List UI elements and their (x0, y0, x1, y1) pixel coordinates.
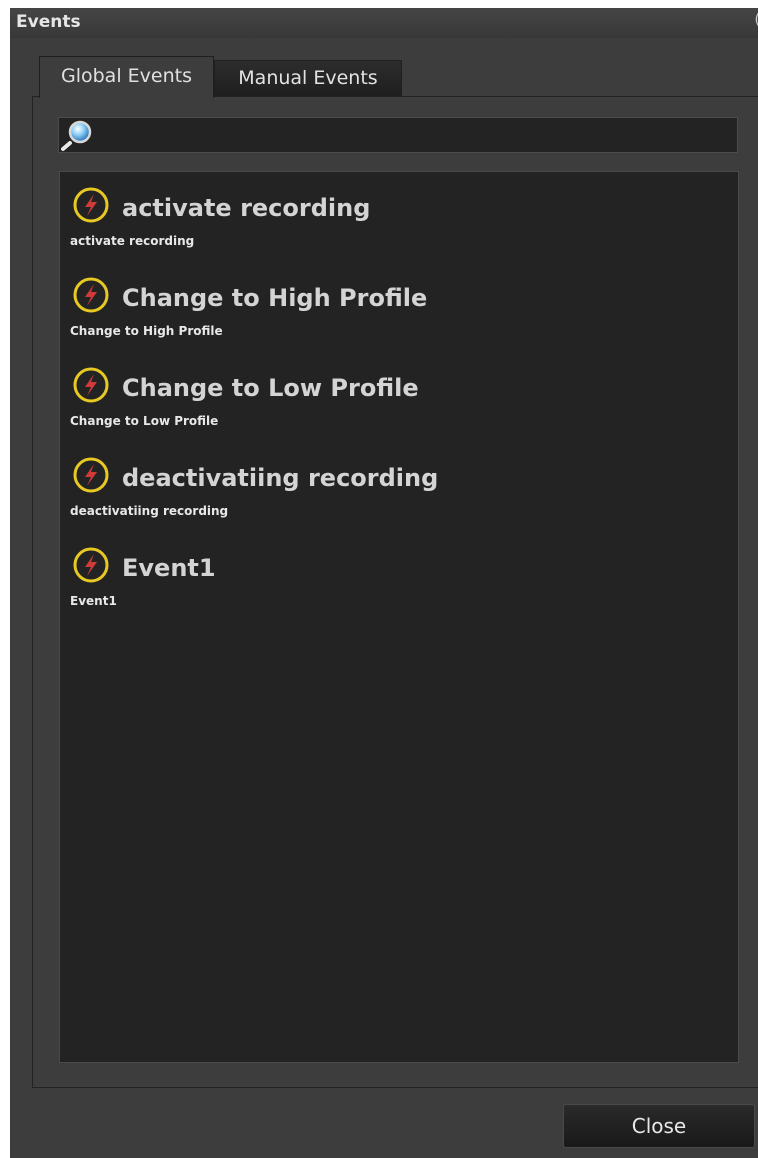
title-bar-edge: ( (755, 12, 758, 28)
magnifier-icon (61, 120, 92, 151)
tab-global-events[interactable]: Global Events (39, 56, 214, 98)
tab-manual-events[interactable]: Manual Events (214, 60, 402, 96)
event-title: Change to High Profile (122, 284, 428, 312)
close-button[interactable]: Close (563, 1104, 755, 1148)
event-title: Change to Low Profile (122, 374, 419, 402)
event-list[interactable]: activate recording activate recording Ch… (59, 171, 739, 1063)
event-title: activate recording (122, 194, 371, 222)
tab-frame: Global Events Manual Events activate rec… (32, 56, 758, 1088)
event-lightning-icon (73, 367, 109, 403)
event-item[interactable]: deactivatiing recording deactivatiing re… (70, 456, 720, 540)
tab-panel-global-events: activate recording activate recording Ch… (32, 96, 758, 1088)
event-item[interactable]: Change to Low Profile Change to Low Prof… (70, 366, 720, 450)
title-bar[interactable]: Events ( (10, 8, 758, 38)
event-lightning-icon (73, 547, 109, 583)
event-lightning-icon (73, 187, 109, 223)
event-lightning-icon (73, 457, 109, 493)
event-subtitle: Change to Low Profile (70, 414, 219, 428)
event-lightning-icon (73, 277, 109, 313)
event-subtitle: Event1 (70, 594, 117, 608)
event-subtitle: Change to High Profile (70, 324, 223, 338)
event-title: Event1 (122, 554, 216, 582)
event-item[interactable]: activate recording activate recording (70, 186, 720, 270)
search-box[interactable] (58, 117, 738, 153)
event-title: deactivatiing recording (122, 464, 439, 492)
event-item[interactable]: Event1 Event1 (70, 546, 720, 630)
event-subtitle: activate recording (70, 234, 195, 248)
window-title: Events (16, 12, 81, 32)
events-dialog: Events ( Global Events Manual Events (10, 8, 758, 1158)
event-item[interactable]: Change to High Profile Change to High Pr… (70, 276, 720, 360)
event-subtitle: deactivatiing recording (70, 504, 229, 518)
search-input[interactable] (99, 121, 733, 151)
